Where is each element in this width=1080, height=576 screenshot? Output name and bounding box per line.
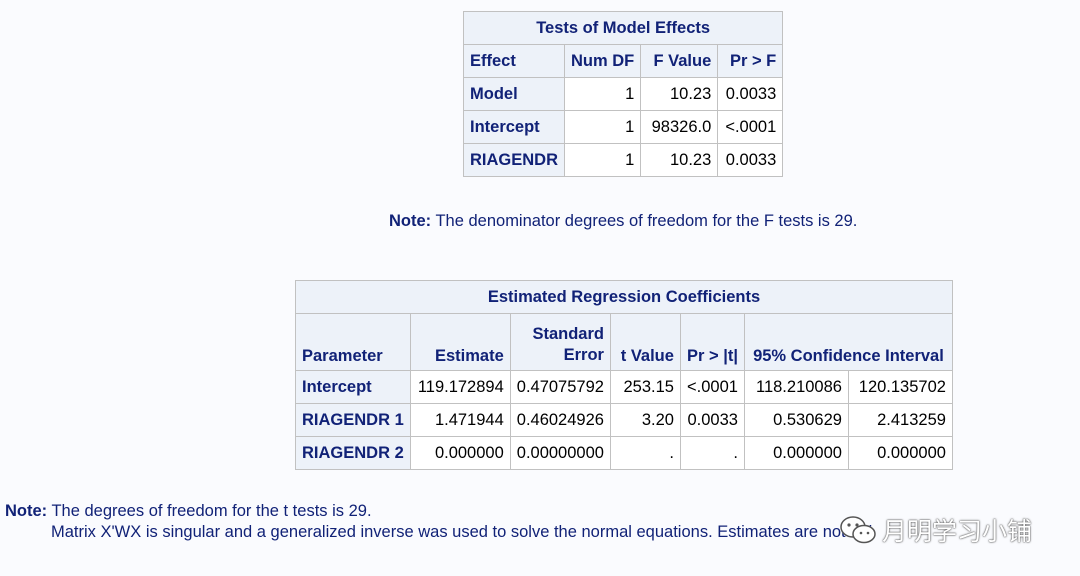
model-effects-title: Tests of Model Effects	[462, 11, 784, 45]
cell-t-value: 3.20	[609, 403, 681, 437]
header-pr-t: Pr > |t|	[679, 313, 745, 371]
table-row: Intercept 1 98326.0 <.0001	[462, 110, 784, 144]
cell-pr-f: 0.0033	[717, 143, 784, 177]
header-num-df: Num DF	[564, 44, 642, 78]
header-standard-error-line1: Standard	[532, 325, 604, 343]
cell-ci-low: 0.530629	[743, 403, 849, 437]
row-effect: Model	[462, 77, 566, 111]
cell-ci-high: 0.000000	[847, 436, 953, 470]
header-effect: Effect	[462, 44, 566, 78]
wechat-icon	[840, 516, 876, 544]
row-parameter: Intercept	[295, 370, 411, 404]
cell-ci-low: 0.000000	[743, 436, 849, 470]
header-pr-f: Pr > F	[717, 44, 784, 78]
header-parameter: Parameter	[295, 313, 411, 371]
note-text: The denominator degrees of freedom for t…	[435, 212, 858, 230]
cell-pr-t: .	[679, 436, 745, 470]
cell-f-value: 98326.0	[640, 110, 719, 144]
cell-num-df: 1	[564, 77, 642, 111]
note-label: Note:	[389, 212, 432, 230]
watermark-text: 月明学习小铺	[882, 517, 1033, 546]
cell-ci-low: 118.210086	[743, 370, 849, 404]
header-estimate: Estimate	[409, 313, 511, 371]
cell-std-error: 0.00000000	[509, 436, 611, 470]
table-row: RIAGENDR 2 0.000000 0.00000000 . . 0.000…	[295, 436, 953, 470]
cell-t-value: 253.15	[609, 370, 681, 404]
cell-ci-high: 2.413259	[847, 403, 953, 437]
note-line-1: The degrees of freedom for the t tests i…	[51, 502, 372, 520]
cell-num-df: 1	[564, 110, 642, 144]
header-standard-error: Standard Error	[509, 313, 611, 371]
cell-ci-high: 120.135702	[847, 370, 953, 404]
row-parameter: RIAGENDR 2	[295, 436, 411, 470]
regression-coefficients-table: Estimated Regression Coefficients Parame…	[295, 280, 953, 470]
cell-std-error: 0.46024926	[509, 403, 611, 437]
coefficients-title: Estimated Regression Coefficients	[295, 280, 953, 314]
cell-f-value: 10.23	[640, 77, 719, 111]
cell-std-error: 0.47075792	[509, 370, 611, 404]
header-f-value: F Value	[640, 44, 719, 78]
cell-pr-t: 0.0033	[679, 403, 745, 437]
row-effect: RIAGENDR	[462, 143, 566, 177]
cell-pr-f: <.0001	[717, 110, 784, 144]
cell-f-value: 10.23	[640, 143, 719, 177]
cell-estimate: 1.471944	[409, 403, 511, 437]
header-standard-error-line2: Error	[563, 346, 604, 364]
cell-num-df: 1	[564, 143, 642, 177]
cell-pr-f: 0.0033	[717, 77, 784, 111]
header-t-value: t Value	[609, 313, 681, 371]
table-row: RIAGENDR 1 1.471944 0.46024926 3.20 0.00…	[295, 403, 953, 437]
note-denominator-df: Note: The denominator degrees of freedom…	[389, 212, 857, 231]
cell-estimate: 0.000000	[409, 436, 511, 470]
header-confidence-interval: 95% Confidence Interval	[743, 313, 953, 371]
note-label: Note:	[5, 502, 48, 520]
cell-t-value: .	[609, 436, 681, 470]
table-row: Model 1 10.23 0.0033	[462, 77, 784, 111]
table-row: RIAGENDR 1 10.23 0.0033	[462, 143, 784, 177]
cell-estimate: 119.172894	[409, 370, 511, 404]
cell-pr-t: <.0001	[679, 370, 745, 404]
table-row: Intercept 119.172894 0.47075792 253.15 <…	[295, 370, 953, 404]
row-parameter: RIAGENDR 1	[295, 403, 411, 437]
watermark: 月明学习小铺	[838, 512, 1032, 548]
row-effect: Intercept	[462, 110, 566, 144]
model-effects-table: Tests of Model Effects Effect Num DF F V…	[462, 11, 784, 177]
